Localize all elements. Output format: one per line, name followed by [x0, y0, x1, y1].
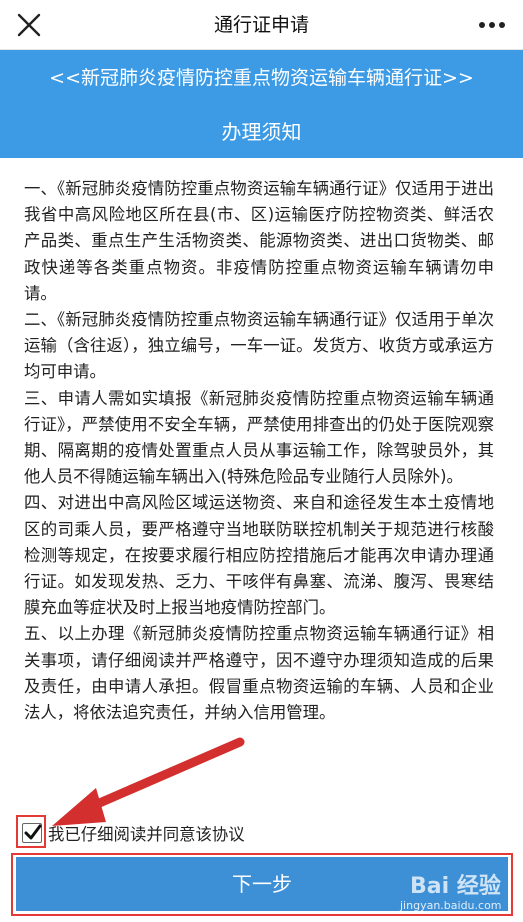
- page-title: 通行证申请: [213, 14, 309, 36]
- notice-paragraph: 三、申请人需如实填报《新冠肺炎疫情防控重点物资运输车辆通行证》，严禁使用不安全车…: [24, 388, 494, 487]
- agree-label[interactable]: 我已仔细阅读并同意该协议: [48, 821, 245, 845]
- top-bar: 通行证申请: [0, 0, 523, 50]
- notice-paragraph: 四、对进出中高风险区域运送物资、来自和途径发生本土疫情地区的司乘人员，要严格遵守…: [24, 493, 494, 618]
- agree-checkbox[interactable]: [22, 823, 42, 843]
- notice-paragraph: 一、《新冠肺炎疫情防控重点物资运输车辆通行证》仅适用于进出我省中高风险地区所在县…: [24, 179, 494, 303]
- check-icon: [24, 824, 42, 840]
- notice-paragraph: 五、以上办理《新冠肺炎疫情防控重点物资运输车辆通行证》相关事项，请仔细阅读并严格…: [24, 624, 494, 723]
- banner-heading: <<新冠肺炎疫情防控重点物资运输车辆通行证>>: [49, 67, 474, 89]
- next-step-button[interactable]: 下一步: [16, 857, 508, 911]
- notice-text: 一、《新冠肺炎疫情防控重点物资运输车辆通行证》仅适用于进出我省中高风险地区所在县…: [24, 176, 494, 726]
- agreement-row[interactable]: 我已仔细阅读并同意该协议: [22, 818, 245, 848]
- banner-subheading: 办理须知: [221, 120, 302, 144]
- more-icon[interactable]: [475, 10, 509, 40]
- notice-paragraph: 二、《新冠肺炎疫情防控重点物资运输车辆通行证》仅适用于单次运输（含往返），独立编…: [24, 310, 494, 382]
- header-banner: <<新冠肺炎疫情防控重点物资运输车辆通行证>> 办理须知: [0, 50, 523, 158]
- notice-content: 一、《新冠肺炎疫情防控重点物资运输车辆通行证》仅适用于进出我省中高风险地区所在县…: [0, 158, 523, 922]
